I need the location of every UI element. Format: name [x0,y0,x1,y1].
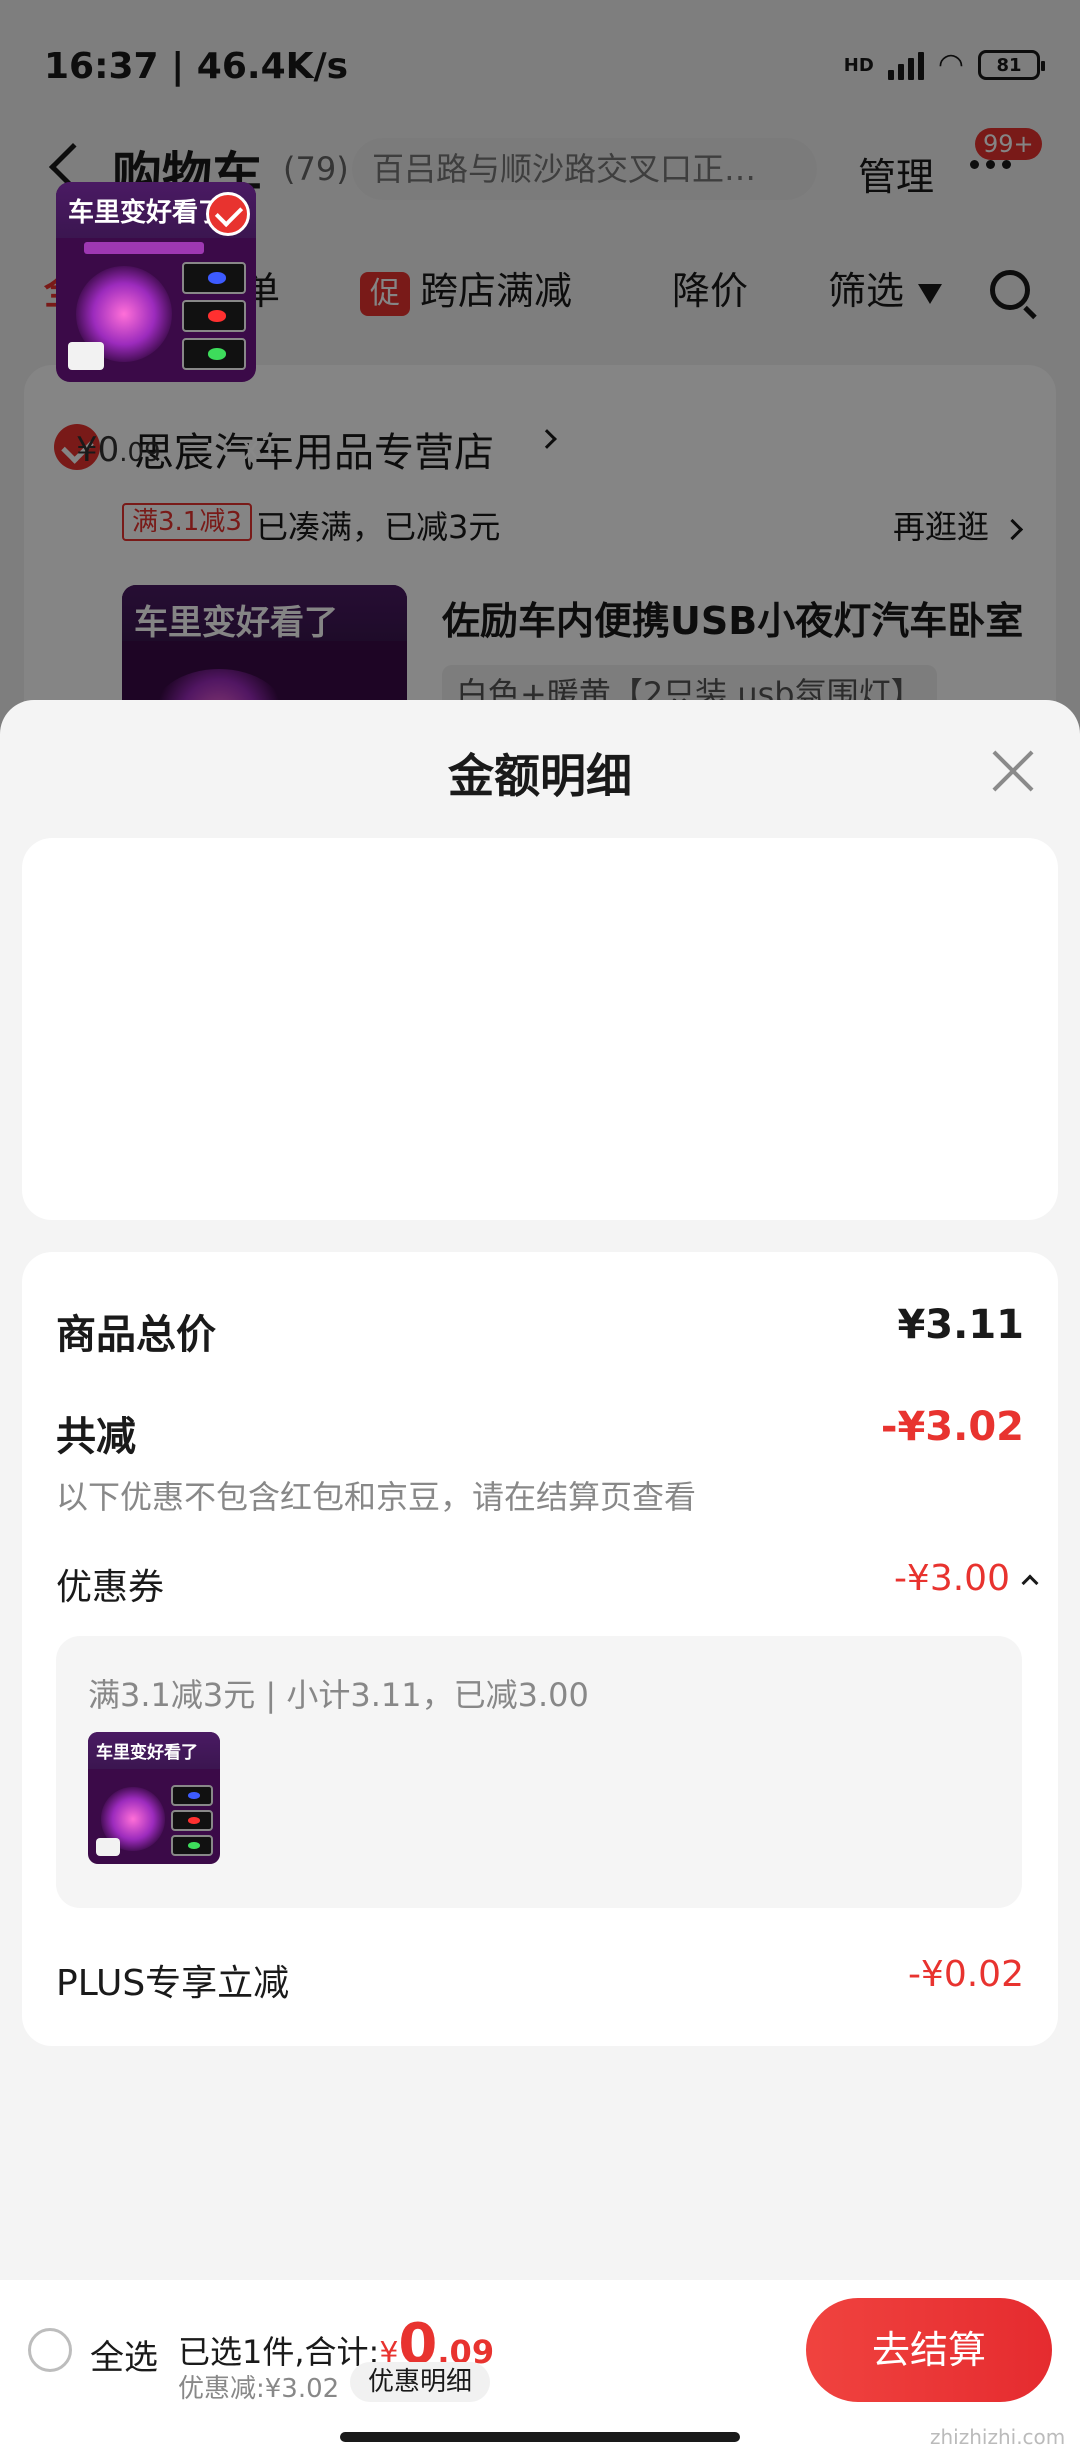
reduce-value: -¥3.02 [880,1404,1024,1450]
reduce-label: 共减 [56,1414,136,1460]
item-price: ¥0.09 [76,430,161,470]
coupon-thumbnail-text: 车里变好看了 [88,1732,220,1769]
caret-up-icon [1021,1574,1039,1592]
plus-label: PLUS专享立减 [56,1963,290,2004]
checkout-button[interactable]: 去结算 [806,2298,1052,2402]
item-quantity: x1 [242,432,279,467]
select-all-checkbox[interactable] [28,2328,72,2372]
coupon-detail-text: 满3.1减3元 | 小计3.11，已减3.00 [88,1676,589,1714]
coupon-toggle[interactable]: -¥3.00 [893,1558,1039,1599]
home-indicator[interactable] [340,2432,740,2442]
item-price-main: ¥0 [76,430,120,470]
coupon-value: -¥3.00 [893,1558,1010,1599]
close-icon[interactable] [988,744,1038,794]
discount-amount: 优惠减:¥3.02 [178,2374,340,2404]
plus-value: -¥0.02 [907,1954,1024,1995]
watermark: zhizhizhi.com [930,2425,1066,2449]
select-all-label[interactable]: 全选 [90,2330,158,2379]
selected-text: 已选1件,合计: [178,2333,380,2371]
total-value: ¥3.11 [897,1302,1024,1348]
coupon-label: 优惠券 [56,1567,165,1608]
check-icon [206,192,250,236]
item-price-cents: .09 [119,438,161,468]
total-label: 商品总价 [56,1312,216,1358]
coupon-item-thumbnail: 车里变好看了 [88,1732,220,1864]
discount-detail-button[interactable]: 优惠明细 [350,2362,491,2402]
sheet-title: 金额明细 [448,749,632,803]
product-card [22,838,1058,1220]
discount-note: 以下优惠不包含红包和京豆，请在结算页查看 [56,1478,697,1516]
